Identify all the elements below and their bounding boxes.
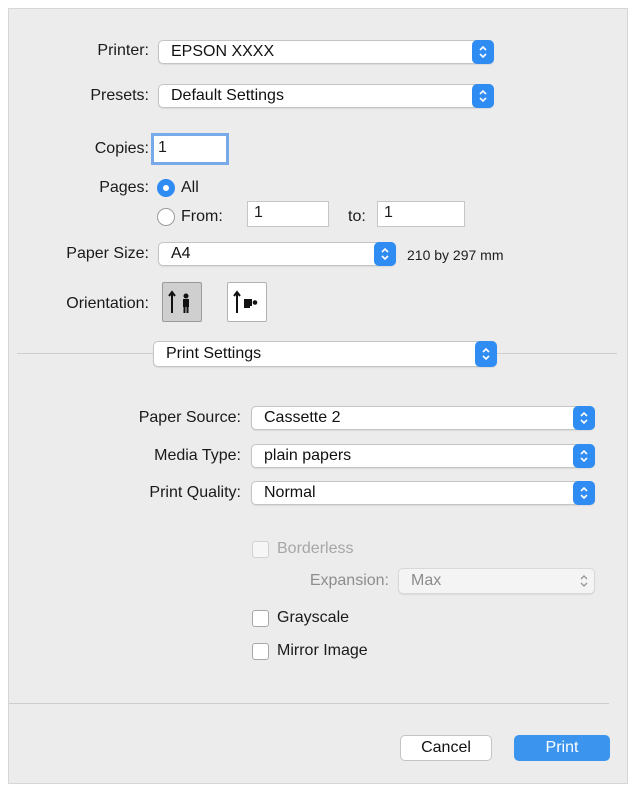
popup-stepper-icon: [472, 40, 494, 64]
paper-size-popup[interactable]: A4: [158, 242, 396, 266]
presets-label: Presets:: [90, 87, 149, 104]
popup-stepper-icon: [472, 84, 494, 108]
presets-popup[interactable]: Default Settings: [158, 84, 494, 108]
paper-source-value: Cassette 2: [264, 409, 341, 426]
section-popup-value: Print Settings: [166, 345, 262, 362]
media-type-value: plain papers: [264, 447, 352, 464]
pages-from-radio[interactable]: [157, 208, 175, 226]
pages-all-radio[interactable]: [157, 179, 175, 197]
pages-label: Pages:: [99, 179, 149, 196]
popup-stepper-icon: [573, 406, 595, 430]
paper-size-value: A4: [171, 245, 191, 262]
printer-value: EPSON XXXX: [171, 43, 275, 60]
bottom-separator: [9, 703, 609, 704]
print-button[interactable]: Print: [514, 735, 610, 761]
pages-from-field[interactable]: 1: [247, 201, 329, 227]
popup-stepper-icon: [573, 444, 595, 468]
pages-all-label: All: [181, 179, 199, 196]
popup-stepper-icon: [573, 568, 595, 594]
paper-size-dimensions: 210 by 297 mm: [407, 247, 504, 263]
pages-to-label: to:: [348, 208, 366, 225]
expansion-popup[interactable]: Max: [398, 568, 595, 594]
mirror-image-label: Mirror Image: [277, 642, 368, 659]
print-quality-popup[interactable]: Normal: [251, 481, 595, 505]
media-type-popup[interactable]: plain papers: [251, 444, 595, 468]
grayscale-label: Grayscale: [277, 609, 350, 626]
presets-value: Default Settings: [171, 87, 284, 104]
printer-popup[interactable]: EPSON XXXX: [158, 40, 494, 64]
section-popup[interactable]: Print Settings: [153, 341, 497, 367]
paper-source-label: Paper Source:: [138, 409, 241, 426]
expansion-label: Expansion:: [309, 572, 389, 589]
borderless-label: Borderless: [277, 540, 354, 557]
copies-label: Copies:: [94, 140, 149, 157]
copies-field[interactable]: 1: [151, 133, 229, 165]
pages-to-field[interactable]: 1: [377, 201, 465, 227]
popup-stepper-icon: [374, 242, 396, 266]
mirror-image-checkbox[interactable]: [252, 643, 269, 660]
print-quality-value: Normal: [264, 484, 316, 501]
popup-stepper-icon: [573, 481, 595, 505]
popup-stepper-icon: [475, 341, 497, 367]
printer-label: Printer:: [97, 42, 149, 59]
portrait-orientation-icon: [168, 290, 189, 313]
expansion-value: Max: [411, 572, 442, 589]
pages-from-label: From:: [181, 208, 223, 225]
print-dialog: Printer: EPSON XXXX Presets: Default Set…: [8, 8, 628, 784]
paper-size-label: Paper Size:: [66, 245, 149, 262]
borderless-checkbox[interactable]: [252, 541, 269, 558]
media-type-label: Media Type:: [154, 447, 241, 464]
orientation-landscape-button[interactable]: [227, 282, 267, 322]
cancel-button[interactable]: Cancel: [400, 735, 492, 761]
landscape-orientation-icon: [233, 290, 258, 313]
orientation-portrait-button[interactable]: [162, 282, 202, 322]
print-quality-label: Print Quality:: [149, 484, 241, 501]
grayscale-checkbox[interactable]: [252, 610, 269, 627]
orientation-label: Orientation:: [66, 295, 149, 312]
paper-source-popup[interactable]: Cassette 2: [251, 406, 595, 430]
